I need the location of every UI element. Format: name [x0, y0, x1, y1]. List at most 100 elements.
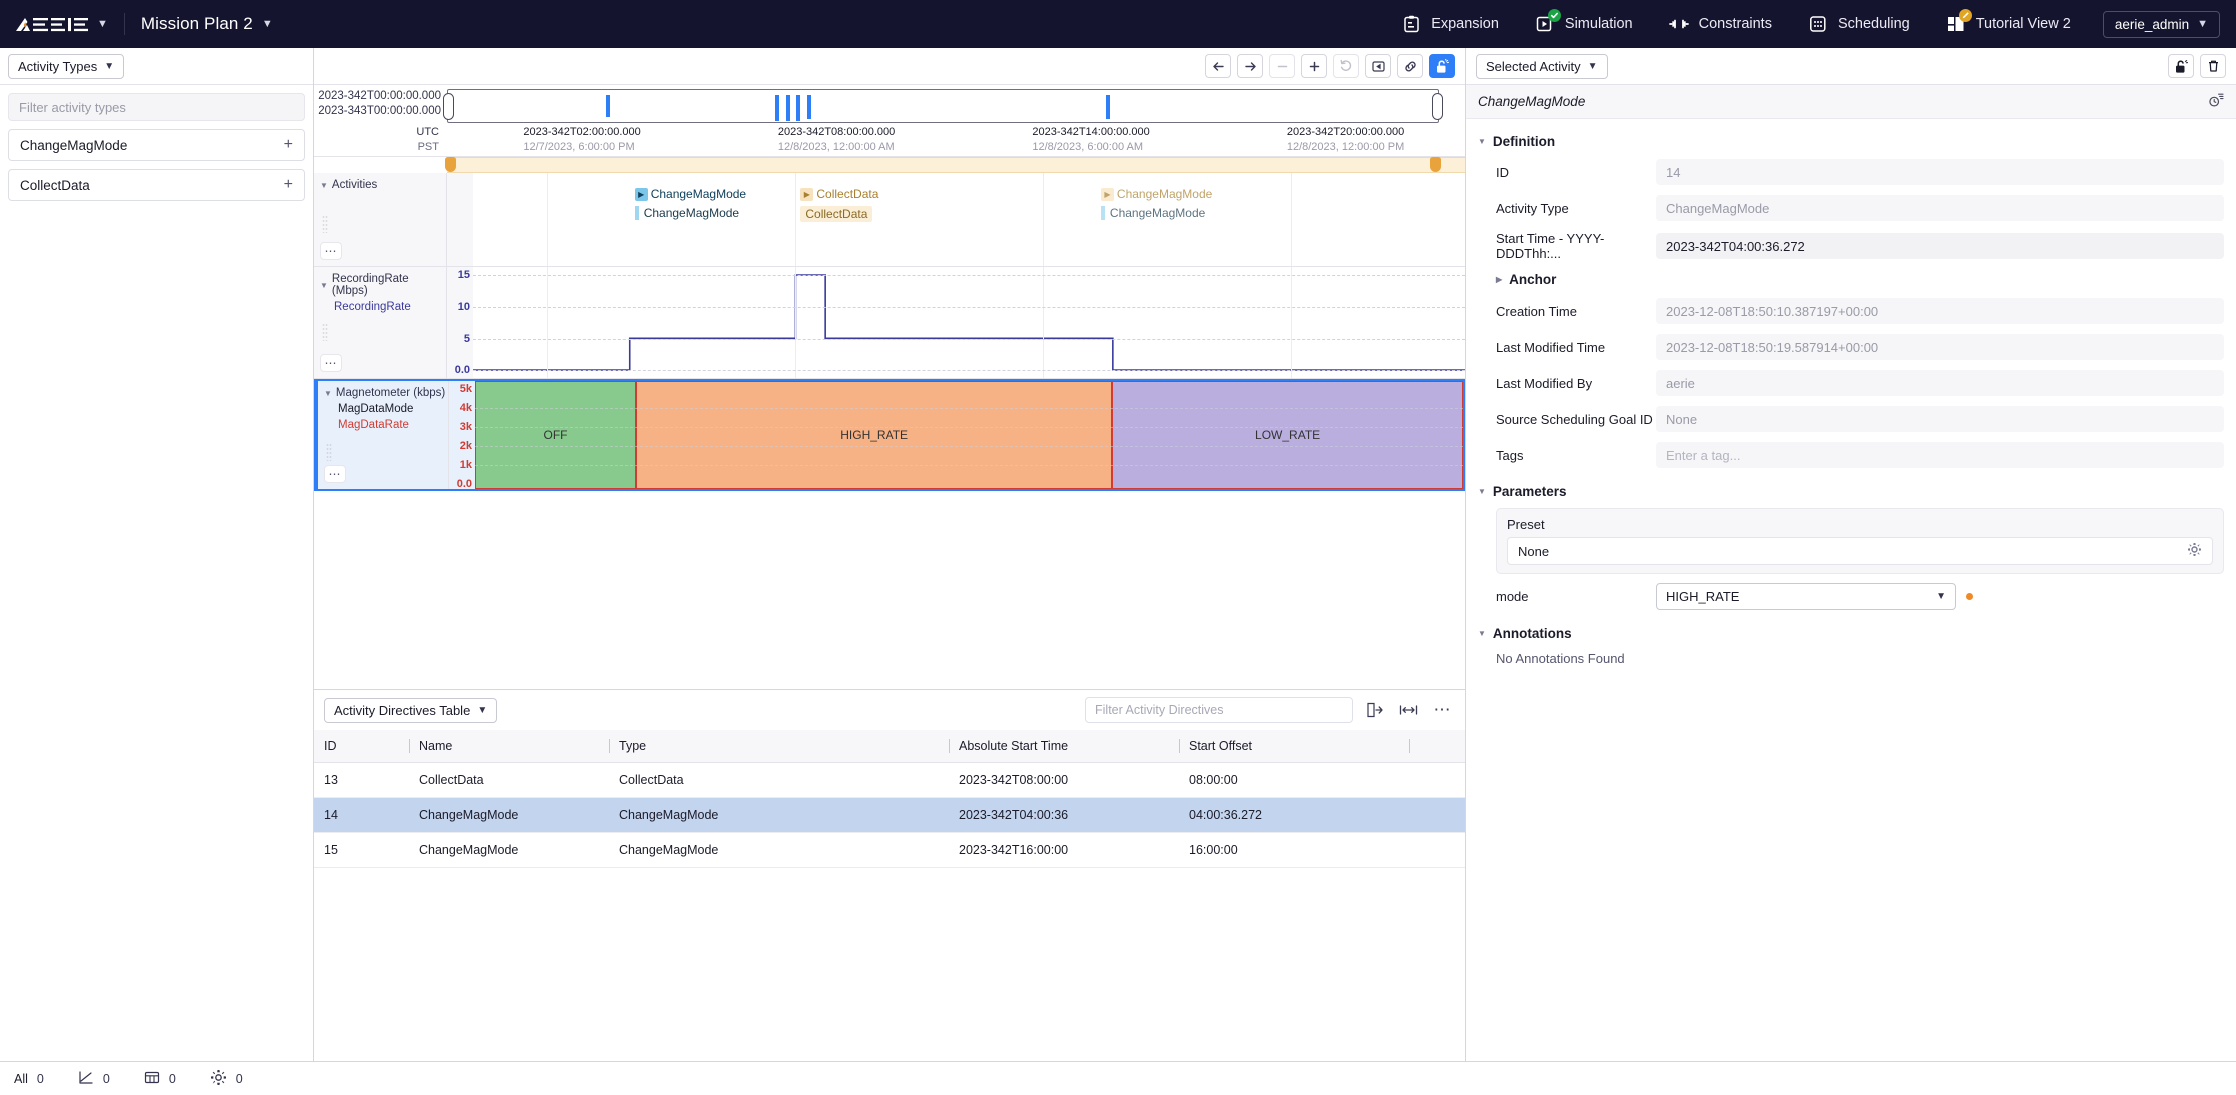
row-plot[interactable]: ▶ ChangeMagMode ▶ CollectData ▶ ChangeMa… [473, 173, 1465, 266]
resource-label-recordingrate[interactable]: RecordingRate [334, 301, 446, 313]
timeline-selection-band[interactable] [314, 157, 1465, 173]
table-row[interactable]: 13 CollectData CollectData 2023-342T08:0… [314, 763, 1465, 798]
resource-label-magdatarate[interactable]: MagDataRate [338, 419, 448, 431]
activity-span-changemagmode[interactable]: ChangeMagMode [635, 206, 739, 220]
row-plot-recordingrate[interactable] [473, 267, 1465, 378]
nav-item-expansion[interactable]: Expansion [1383, 8, 1517, 40]
table-menu-button[interactable]: ⋯ [1429, 698, 1455, 722]
status-item-settings[interactable]: 0 [210, 1069, 277, 1089]
column-header-type[interactable]: Type [609, 730, 949, 763]
field-mode[interactable]: mode HIGH_RATE ▼ [1466, 578, 2236, 615]
timeline-row-activities[interactable]: ▼ Activities ⋯ ▶ ChangeMagMode [314, 173, 1465, 267]
lock-button[interactable] [1429, 54, 1455, 78]
fit-columns-icon[interactable] [1395, 698, 1421, 722]
caret-down-icon[interactable]: ▼ [324, 389, 332, 398]
row-menu-button[interactable]: ⋯ [324, 465, 346, 483]
table-row[interactable]: 15 ChangeMagMode ChangeMagMode 2023-342T… [314, 833, 1465, 868]
row-drag-handle[interactable] [322, 215, 328, 233]
activity-directives-filter-input[interactable]: Filter Activity Directives [1085, 697, 1353, 723]
pan-left-button[interactable] [1205, 54, 1231, 78]
row-title[interactable]: ▼ RecordingRate (Mbps) [320, 273, 446, 297]
column-header-absolute-start-time[interactable]: Absolute Start Time [949, 730, 1179, 763]
timeline-row-recordingrate[interactable]: ▼ RecordingRate (Mbps) RecordingRate ⋯ 1… [314, 267, 1465, 379]
status-item-constraints[interactable]: 0 [78, 1070, 144, 1088]
caret-right-icon[interactable]: ▶ [1496, 275, 1502, 284]
brush-handle-left[interactable] [443, 93, 454, 120]
unlock-activity-button[interactable] [2168, 54, 2194, 78]
section-definition[interactable]: ▼ Definition [1466, 129, 2236, 154]
mode-select[interactable]: HIGH_RATE ▼ [1656, 583, 1956, 610]
preset-select[interactable]: None [1507, 537, 2213, 565]
mag-segment-low-rate[interactable]: LOW_RATE [1112, 381, 1463, 489]
section-anchor[interactable]: ▶ Anchor [1466, 266, 2236, 293]
start-time-input[interactable]: 2023-342T04:00:36.272 [1656, 233, 2224, 259]
section-parameters[interactable]: ▼ Parameters [1466, 479, 2236, 504]
status-item-all[interactable]: All 0 [14, 1072, 78, 1086]
add-icon[interactable]: + [284, 177, 293, 193]
row-menu-button[interactable]: ⋯ [320, 242, 342, 260]
right-panel: Selected Activity ▼ ChangeMagMode [1466, 48, 2236, 1061]
column-header-name[interactable]: Name [409, 730, 609, 763]
activity-directive-changemagmode-2[interactable]: ▶ ChangeMagMode [1101, 187, 1212, 201]
nav-item-tutorial-view[interactable]: Tutorial View 2 [1928, 8, 2089, 40]
activity-type-item-changemagmode[interactable]: ChangeMagMode + [8, 129, 305, 161]
nav-item-simulation[interactable]: Simulation [1517, 8, 1651, 40]
caret-down-icon[interactable]: ▼ [1478, 137, 1486, 146]
activity-types-filter-input[interactable]: Filter activity types [8, 93, 305, 121]
activity-types-selector[interactable]: Activity Types ▼ [8, 54, 124, 79]
activity-span-changemagmode-2[interactable]: ChangeMagMode [1101, 206, 1205, 220]
band-pin-end[interactable] [1430, 157, 1441, 172]
row-title[interactable]: ▼ Magnetometer (kbps) [324, 387, 448, 399]
row-menu-button[interactable]: ⋯ [320, 354, 342, 372]
brush-handle-right[interactable] [1432, 93, 1443, 120]
timeline-brush[interactable]: 2023-342T00:00:00.000 2023-343T00:00:00.… [314, 85, 1465, 123]
delete-activity-button[interactable] [2200, 54, 2226, 78]
tags-input[interactable]: Enter a tag... [1656, 442, 2224, 468]
table-row-selected[interactable]: 14 ChangeMagMode ChangeMagMode 2023-342T… [314, 798, 1465, 833]
section-annotations[interactable]: ▼ Annotations [1466, 621, 2236, 646]
simulate-range-button[interactable] [1365, 54, 1391, 78]
row-drag-handle[interactable] [326, 443, 332, 461]
logo-menu[interactable]: ▼ [16, 16, 108, 33]
row-drag-handle[interactable] [322, 323, 328, 341]
add-icon[interactable]: + [284, 137, 293, 153]
mag-segment-off[interactable]: OFF [475, 381, 636, 489]
zoom-out-button[interactable] [1269, 54, 1295, 78]
gear-icon[interactable] [2187, 542, 2202, 560]
caret-down-icon[interactable]: ▼ [1478, 487, 1486, 496]
activity-type-item-collectdata[interactable]: CollectData + [8, 169, 305, 201]
preset-label: Preset [1507, 517, 2213, 532]
caret-down-icon[interactable]: ▼ [320, 281, 328, 290]
pan-right-button[interactable] [1237, 54, 1263, 78]
status-item-tables[interactable]: 0 [144, 1070, 210, 1088]
export-columns-icon[interactable] [1361, 698, 1387, 722]
band-pin-start[interactable] [445, 157, 456, 172]
field-start-time[interactable]: Start Time - YYYY-DDDThh:... 2023-342T04… [1466, 226, 2236, 266]
selected-activity-selector[interactable]: Selected Activity ▼ [1476, 54, 1608, 79]
mag-segment-high-rate[interactable]: HIGH_RATE [636, 381, 1112, 489]
history-icon[interactable] [2208, 92, 2224, 111]
timeline-row-magnetometer[interactable]: ▼ Magnetometer (kbps) MagDataMode MagDat… [314, 379, 1465, 491]
column-header-start-offset[interactable]: Start Offset [1179, 730, 1409, 763]
section-title: Annotations [1493, 626, 1572, 641]
row-title[interactable]: ▼ Activities [320, 179, 446, 191]
reset-zoom-button[interactable] [1333, 54, 1359, 78]
activity-directive-collectdata[interactable]: ▶ CollectData [800, 187, 878, 201]
zoom-in-button[interactable] [1301, 54, 1327, 78]
row-plot-magnetometer[interactable]: OFF HIGH_RATE LOW_RATE [475, 381, 1463, 489]
link-button[interactable] [1397, 54, 1423, 78]
caret-down-icon[interactable]: ▼ [1478, 629, 1486, 638]
activity-span-collectdata[interactable]: CollectData [800, 206, 872, 222]
nav-item-scheduling[interactable]: Scheduling [1790, 8, 1928, 40]
activity-directive-changemagmode[interactable]: ▶ ChangeMagMode [635, 187, 746, 201]
resource-label-magdatamode[interactable]: MagDataMode [338, 403, 448, 415]
activity-directives-table-selector[interactable]: Activity Directives Table ▼ [324, 698, 497, 723]
plan-menu[interactable]: Mission Plan 2 ▼ [141, 14, 273, 34]
caret-down-icon[interactable]: ▼ [320, 181, 328, 190]
brush-track[interactable] [447, 89, 1439, 123]
band-track[interactable] [447, 157, 1465, 173]
user-menu-button[interactable]: aerie_admin ▼ [2103, 11, 2220, 38]
field-tags[interactable]: Tags Enter a tag... [1466, 437, 2236, 473]
nav-item-constraints[interactable]: Constraints [1651, 8, 1790, 40]
column-header-id[interactable]: ID [314, 730, 409, 763]
